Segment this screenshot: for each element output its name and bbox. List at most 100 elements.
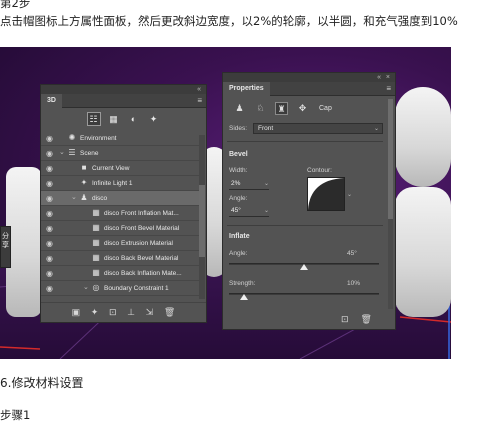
panel-tabrow: 3D ≡ bbox=[41, 94, 206, 108]
layer-row[interactable]: ◉ ▦ disco Back Inflation Mate... bbox=[41, 266, 199, 281]
inflate-angle-slider[interactable] bbox=[229, 263, 379, 270]
light-add-icon[interactable]: ✦ bbox=[91, 307, 99, 318]
trash-icon[interactable]: 🗑 bbox=[361, 314, 372, 325]
chevron-down-icon[interactable]: ⌄ bbox=[347, 191, 352, 198]
ground-icon[interactable]: ⊥ bbox=[127, 307, 135, 318]
coordinates-type-icon[interactable]: ✥ bbox=[296, 102, 309, 115]
collapse-icon[interactable]: « bbox=[377, 73, 381, 82]
tab-3d[interactable]: 3D bbox=[41, 94, 62, 108]
instruction-text: 点击帽图标上方属性面板，然后更改斜边宽度，以2%的轮廓，以半圆，和充气强度到10… bbox=[0, 14, 458, 28]
width-field[interactable]: 2% ⌄ bbox=[229, 179, 269, 190]
inflate-angle-label: Angle: bbox=[229, 250, 248, 257]
visibility-eye-icon[interactable]: ◉ bbox=[46, 284, 55, 293]
3d-layer-list: ◉ ✺ Environment ◉ ⌄ ☰ Scene ◉ ■ Current View ◉ ✦ Inf… bbox=[41, 131, 199, 301]
filter-light-icon[interactable]: ✦ bbox=[147, 112, 161, 126]
visibility-eye-icon[interactable]: ◉ bbox=[46, 254, 55, 263]
scrollbar-thumb[interactable] bbox=[388, 99, 393, 219]
width-label: Width: bbox=[229, 167, 248, 174]
properties-footer: ⊡ 🗑 bbox=[341, 314, 372, 325]
step-heading: 步骤1 bbox=[0, 408, 31, 421]
layer-row[interactable]: ◉ ■ Current View bbox=[41, 161, 199, 176]
inflate-angle-value: 45° bbox=[347, 250, 357, 257]
3d-panel: « 3D ≡ ☷ ▦ ◐ ✦ ◉ ✺ Environment ◉ ⌄ ☰ Scene ◉ ■ Curre… bbox=[40, 84, 207, 323]
chevron-down-icon: ⌄ bbox=[373, 126, 379, 132]
hamburger-menu-icon[interactable]: ≡ bbox=[197, 96, 202, 106]
property-type-bar: ♟ ♘ ♜ ✥ Cap bbox=[233, 101, 332, 115]
panel-topbar: « × bbox=[223, 73, 395, 82]
move-icon[interactable]: ⇲ bbox=[146, 307, 154, 318]
expand-caret-icon[interactable]: ⌄ bbox=[83, 283, 90, 293]
panel-tabrow: Properties ≡ bbox=[223, 82, 395, 96]
layer-row[interactable]: ◉ ▦ disco Back Bevel Material bbox=[41, 251, 199, 266]
tab-properties[interactable]: Properties bbox=[223, 82, 270, 96]
environment-icon: ✺ bbox=[68, 133, 76, 142]
3d-panel-footer: ▣ ✦ ⊡ ⊥ ⇲ 🗑 bbox=[41, 302, 206, 322]
angle-field[interactable]: 45° ⌄ bbox=[229, 206, 269, 217]
mesh-type-icon[interactable]: ♟ bbox=[233, 102, 246, 115]
layer-label: Environment bbox=[80, 135, 117, 142]
layer-scrollbar[interactable] bbox=[199, 135, 205, 299]
cap-type-icon[interactable]: ♜ bbox=[275, 101, 288, 115]
sides-select[interactable]: Front ⌄ bbox=[253, 123, 383, 134]
material-icon: ▦ bbox=[92, 208, 100, 217]
expand-caret-icon[interactable]: ⌄ bbox=[59, 148, 66, 158]
visibility-eye-icon[interactable]: ◉ bbox=[46, 194, 55, 203]
trash-icon[interactable]: 🗑 bbox=[164, 307, 175, 318]
share-tab[interactable]: 分 享 bbox=[0, 226, 11, 268]
visibility-eye-icon[interactable]: ◉ bbox=[46, 239, 55, 248]
strength-label: Strength: bbox=[229, 280, 256, 287]
strength-slider[interactable] bbox=[229, 293, 379, 300]
layer-row[interactable]: ◉ ✦ Infinite Light 1 bbox=[41, 176, 199, 191]
layer-row[interactable]: ◉ ▦ disco Extrusion Material bbox=[41, 236, 199, 251]
slider-handle[interactable] bbox=[300, 264, 308, 270]
layer-label: disco Extrusion Material bbox=[104, 240, 173, 247]
layer-row[interactable]: ◉ ▦ disco Front Inflation Mat... bbox=[41, 206, 199, 221]
visibility-eye-icon[interactable]: ◉ bbox=[46, 179, 55, 188]
properties-panel: « × Properties ≡ ♟ ♘ ♜ ✥ Cap Sides: Front ⌄ … bbox=[222, 72, 396, 330]
visibility-eye-icon[interactable]: ◉ bbox=[46, 149, 55, 158]
expand-caret-icon[interactable]: ⌄ bbox=[71, 193, 78, 203]
layer-row[interactable]: ◉ ⌄ ☰ Scene bbox=[41, 146, 199, 161]
new-mesh-icon[interactable]: ▣ bbox=[72, 307, 81, 318]
material-icon: ▦ bbox=[92, 238, 100, 247]
contour-preview[interactable] bbox=[307, 177, 345, 211]
properties-scrollbar[interactable] bbox=[388, 99, 393, 309]
visibility-eye-icon[interactable]: ◉ bbox=[46, 164, 55, 173]
filter-material-icon[interactable]: ◐ bbox=[127, 112, 141, 126]
render-settings-icon[interactable]: ⊡ bbox=[341, 314, 349, 325]
chevron-down-icon: ⌄ bbox=[263, 181, 269, 187]
layer-row[interactable]: ◉ ⌄ ◎ Boundary Constraint 1 bbox=[41, 281, 199, 296]
collapse-icon[interactable]: « bbox=[197, 85, 201, 94]
width-value: 2% bbox=[231, 180, 241, 187]
visibility-eye-icon[interactable]: ◉ bbox=[46, 134, 55, 143]
render-icon[interactable]: ⊡ bbox=[109, 307, 117, 318]
layer-label: Current View bbox=[92, 165, 130, 172]
share-tab-line2: 享 bbox=[2, 241, 9, 249]
layer-row[interactable]: ◉ ▦ disco Front Bevel Material bbox=[41, 221, 199, 236]
scrollbar-thumb[interactable] bbox=[199, 185, 205, 257]
close-icon[interactable]: × bbox=[386, 73, 390, 82]
layer-row[interactable]: ◉ ⌄ ♟ disco bbox=[41, 191, 199, 206]
visibility-eye-icon[interactable]: ◉ bbox=[46, 224, 55, 233]
letter-shape[interactable] bbox=[6, 167, 42, 317]
divider bbox=[227, 225, 383, 226]
slider-handle[interactable] bbox=[240, 294, 248, 300]
filter-mesh-icon[interactable]: ▦ bbox=[107, 112, 121, 126]
layer-label: disco Back Bevel Material bbox=[104, 255, 179, 262]
layer-row[interactable]: ◉ ✺ Environment bbox=[41, 131, 199, 146]
material-icon: ▦ bbox=[92, 253, 100, 262]
layer-label: disco Back Inflation Mate... bbox=[104, 270, 182, 277]
contour-curve bbox=[308, 178, 344, 210]
sides-label: Sides: bbox=[229, 125, 248, 132]
deform-type-icon[interactable]: ♘ bbox=[254, 102, 267, 115]
inflate-heading: Inflate bbox=[229, 233, 250, 240]
hamburger-menu-icon[interactable]: ≡ bbox=[386, 84, 391, 94]
angle-label: Angle: bbox=[229, 195, 248, 202]
layer-label: disco bbox=[92, 195, 108, 202]
filter-scene-icon[interactable]: ☷ bbox=[86, 112, 101, 126]
visibility-eye-icon[interactable]: ◉ bbox=[46, 269, 55, 278]
material-icon: ▦ bbox=[92, 268, 100, 277]
letter-shape[interactable] bbox=[395, 187, 451, 317]
visibility-eye-icon[interactable]: ◉ bbox=[46, 209, 55, 218]
letter-shape[interactable] bbox=[395, 87, 451, 187]
